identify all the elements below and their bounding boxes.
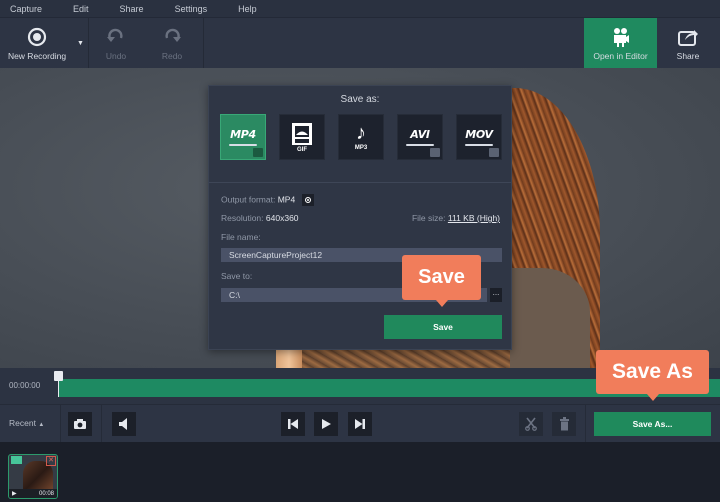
- delete-button[interactable]: [552, 412, 576, 436]
- output-format-value: MP4: [277, 194, 296, 205]
- save-callout: Save: [402, 255, 481, 307]
- redo-icon: [162, 26, 182, 48]
- recent-label: Recent: [9, 418, 36, 428]
- settings-badge-icon: [489, 148, 499, 157]
- speaker-icon: [119, 418, 127, 430]
- save-as-callout: Save As: [596, 350, 709, 401]
- output-format-row: Output format: MP4: [221, 194, 314, 206]
- save-as-button[interactable]: Save As...: [594, 412, 711, 436]
- recent-item[interactable]: ✕ ▶ 00:08: [8, 454, 58, 499]
- recent-item-info: ▶ 00:08: [9, 489, 57, 498]
- share-label: Share: [676, 51, 700, 61]
- play-icon: [322, 419, 331, 429]
- open-in-editor-button[interactable]: Open in Editor: [584, 18, 657, 69]
- progress-line-icon: [229, 144, 257, 146]
- file-name-label: File name:: [221, 232, 261, 242]
- progress-line-icon: [406, 144, 434, 146]
- film-camera-icon: [612, 26, 630, 48]
- file-size-row: File size: 111 KB (High): [412, 213, 500, 223]
- menu-bar: Capture Edit Share Settings Help: [0, 0, 720, 17]
- new-recording-button[interactable]: New Recording: [0, 18, 74, 69]
- menu-capture[interactable]: Capture: [0, 4, 42, 14]
- save-button[interactable]: Save: [384, 315, 502, 339]
- controls-divider: [585, 405, 586, 443]
- resolution-value: 640x360: [265, 213, 299, 223]
- format-gif[interactable]: GIF: [279, 114, 325, 160]
- format-mov[interactable]: MOV: [456, 114, 502, 160]
- save-dialog: Save as: MP4 GIF ♪ MP3 AVI MOV Output fo…: [208, 85, 512, 350]
- dialog-title: Save as:: [340, 94, 380, 105]
- snapshot-button[interactable]: [68, 412, 92, 436]
- output-format-label: Output format:: [221, 194, 276, 205]
- toolbar-divider: [88, 18, 89, 69]
- format-mp4[interactable]: MP4: [220, 114, 266, 160]
- resolution-label: Resolution:: [221, 213, 264, 223]
- cut-button[interactable]: [519, 412, 543, 436]
- controls-divider: [101, 405, 102, 443]
- record-icon: [27, 26, 47, 48]
- share-button[interactable]: Share: [660, 18, 716, 69]
- camera-icon: [74, 419, 86, 429]
- playback-controls: Recent ▲ Save As...: [0, 404, 720, 443]
- playhead-handle[interactable]: [54, 371, 63, 381]
- format-mp3[interactable]: ♪ MP3: [338, 114, 384, 160]
- settings-badge-icon: [253, 148, 263, 157]
- share-icon: [677, 26, 699, 48]
- trash-icon: [559, 417, 569, 431]
- progress-line-icon: [465, 144, 493, 146]
- play-button[interactable]: [314, 412, 338, 436]
- file-size-label: File size:: [411, 213, 446, 223]
- music-note-icon: ♪: [356, 122, 366, 144]
- new-recording-dropdown[interactable]: ▼: [74, 18, 87, 69]
- format-settings-gear-icon[interactable]: [301, 194, 314, 206]
- recent-toggle[interactable]: Recent ▲: [9, 418, 44, 428]
- gif-label: GIF: [297, 146, 307, 153]
- new-recording-label: New Recording: [7, 51, 67, 61]
- folder-icon[interactable]: [11, 456, 22, 464]
- format-avi[interactable]: AVI: [397, 114, 443, 160]
- gif-image-icon: [292, 122, 312, 145]
- controls-divider: [60, 405, 61, 443]
- volume-button[interactable]: [112, 412, 136, 436]
- scissors-icon: [525, 417, 537, 431]
- redo-label: Redo: [161, 51, 183, 61]
- toolbar-divider: [203, 18, 204, 69]
- video-icon: ▶: [12, 491, 17, 497]
- redo-button[interactable]: Redo: [146, 18, 198, 69]
- file-size-link[interactable]: 111 KB (High): [448, 213, 500, 223]
- resolution-row: Resolution: 640x360: [221, 213, 299, 223]
- menu-settings[interactable]: Settings: [165, 4, 208, 14]
- chevron-down-icon: ▼: [77, 40, 84, 47]
- chevron-up-icon: ▲: [38, 422, 45, 428]
- menu-help[interactable]: Help: [228, 4, 257, 14]
- undo-button[interactable]: Undo: [90, 18, 142, 69]
- mov-label: MOV: [465, 128, 493, 141]
- skip-forward-icon: [355, 419, 365, 429]
- skip-to-start-button[interactable]: [281, 412, 305, 436]
- avi-label: AVI: [410, 128, 430, 141]
- mp3-label: MP3: [354, 145, 368, 151]
- recent-item-duration: 00:08: [38, 490, 54, 497]
- recent-strip: ✕ ▶ 00:08: [0, 442, 720, 502]
- dialog-divider: [209, 182, 511, 183]
- mp4-label: MP4: [230, 128, 256, 141]
- open-in-editor-label: Open in Editor: [593, 51, 648, 61]
- menu-share[interactable]: Share: [110, 4, 144, 14]
- save-to-label: Save to:: [221, 271, 253, 281]
- skip-to-end-button[interactable]: [348, 412, 372, 436]
- browse-button[interactable]: ...: [490, 288, 502, 302]
- menu-edit[interactable]: Edit: [63, 4, 89, 14]
- close-icon[interactable]: ✕: [46, 456, 56, 466]
- timecode: 00:00:00: [9, 381, 41, 390]
- settings-badge-icon: [430, 148, 440, 157]
- skip-back-icon: [288, 419, 298, 429]
- undo-label: Undo: [105, 51, 127, 61]
- undo-icon: [106, 26, 126, 48]
- toolbar: New Recording ▼ Undo Redo Open in Editor…: [0, 17, 720, 69]
- playhead-line: [58, 380, 59, 397]
